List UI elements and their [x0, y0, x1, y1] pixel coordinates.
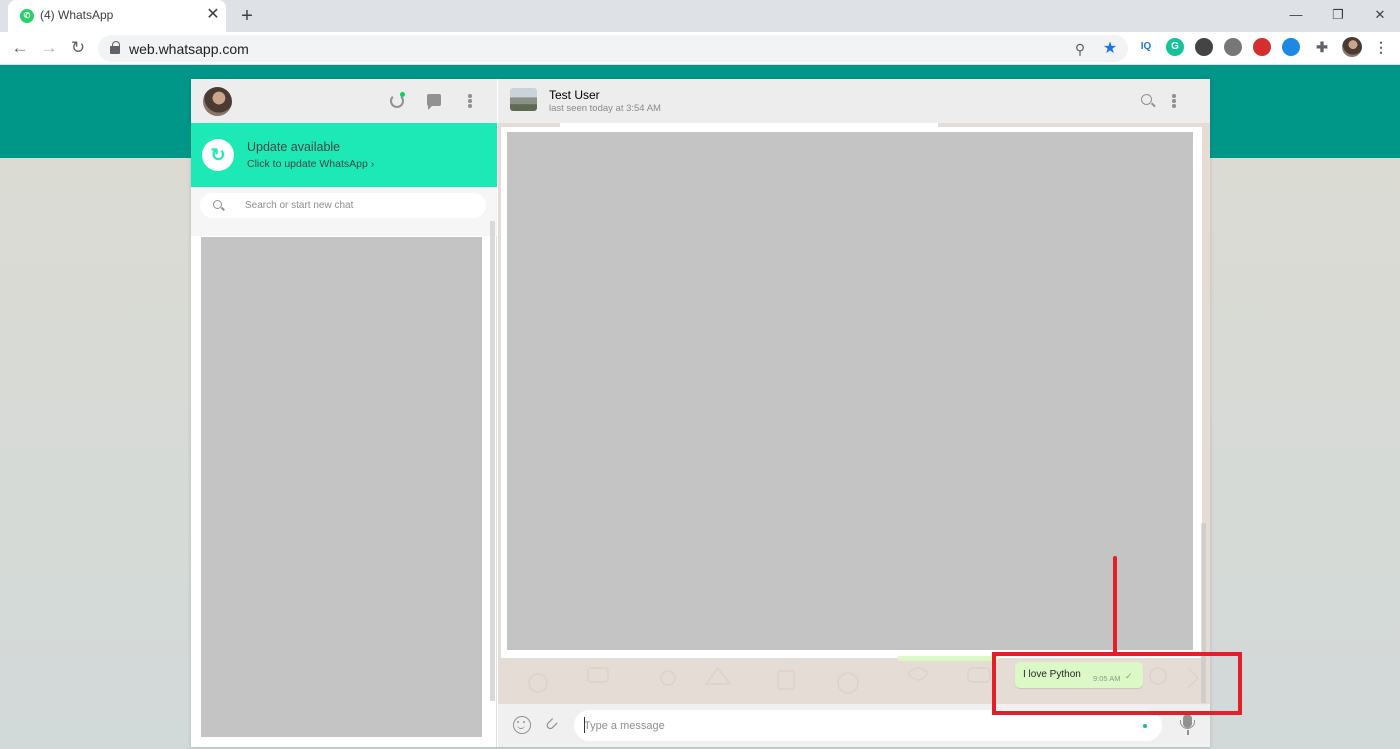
minimize-button[interactable]: — — [1282, 5, 1310, 25]
tab-close-icon[interactable]: ✕ — [204, 6, 222, 24]
circle-extension-icon[interactable] — [1195, 38, 1213, 56]
adblock-icon[interactable] — [1253, 38, 1271, 56]
browser-tab-whatsapp[interactable]: ✆ (4) WhatsApp ✕ — [8, 0, 226, 32]
bug-extension-icon[interactable] — [1282, 38, 1300, 56]
browser-menu-icon[interactable]: ⋮ — [1372, 38, 1390, 56]
annotation-arrow-line — [1113, 556, 1117, 656]
microphone-stem — [1187, 730, 1189, 735]
chat-list-redacted — [201, 237, 482, 737]
restore-button[interactable]: ❐ — [1324, 5, 1352, 25]
conversation-header[interactable]: Test User last seen today at 3:54 AM — [498, 79, 1210, 123]
annotation-highlight-box — [992, 652, 1242, 715]
window-close-button[interactable]: ✕ — [1366, 5, 1394, 25]
whatsapp-favicon-icon: ✆ — [20, 9, 34, 23]
lock-icon — [110, 41, 120, 55]
search-icon — [213, 200, 222, 209]
text-cursor — [584, 717, 585, 733]
redacted-image — [507, 132, 1193, 650]
browser-toolbar: ← → ↻ web.whatsapp.com ⚲ ★ IQ G ✚ ⋮ — [0, 32, 1400, 65]
extensions-puzzle-icon[interactable]: ✚ — [1313, 38, 1331, 56]
search-messages-icon[interactable] — [1141, 94, 1152, 105]
search-box[interactable] — [200, 193, 486, 218]
address-bar[interactable]: web.whatsapp.com ⚲ ★ — [98, 35, 1128, 62]
grammarly-icon[interactable]: G — [1166, 38, 1184, 56]
message-area: I love Python 9:05 AM ✓ — [498, 123, 1210, 704]
sidebar: ↻ Update available Click to update Whats… — [191, 79, 497, 747]
refresh-icon: ↻ — [202, 139, 234, 171]
search-bar — [191, 187, 497, 236]
paperclip-icon[interactable]: ⊂ — [538, 711, 566, 739]
tab-title: (4) WhatsApp — [40, 8, 114, 22]
update-banner[interactable]: ↻ Update available Click to update Whats… — [191, 123, 497, 187]
new-chat-icon[interactable] — [427, 94, 441, 110]
sidebar-header — [191, 79, 497, 123]
reload-button[interactable]: ↻ — [66, 36, 90, 60]
update-link[interactable]: Click to update WhatsApp › — [247, 158, 374, 170]
image-message-redacted[interactable] — [501, 127, 1202, 658]
contact-name: Test User — [549, 88, 600, 102]
microphone-icon[interactable] — [1180, 714, 1195, 729]
bookmark-star-icon[interactable]: ★ — [1100, 39, 1120, 59]
conversation-pane: Test User last seen today at 3:54 AM I l… — [498, 79, 1210, 747]
message-bubble-edge — [898, 656, 998, 661]
globe-extension-icon[interactable] — [1224, 38, 1242, 56]
user-avatar[interactable] — [203, 87, 232, 116]
menu-dots-icon[interactable] — [468, 94, 472, 108]
last-seen-status: last seen today at 3:54 AM — [549, 103, 661, 114]
back-button[interactable]: ← — [8, 36, 32, 60]
new-tab-button[interactable]: + — [236, 5, 258, 27]
forward-button[interactable]: → — [37, 36, 61, 60]
typing-indicator-dot — [1143, 724, 1147, 728]
update-title: Update available — [247, 140, 341, 154]
iq-extension-icon[interactable]: IQ — [1137, 38, 1155, 56]
zoom-icon[interactable]: ⚲ — [1070, 39, 1090, 59]
url-text: web.whatsapp.com — [129, 41, 249, 57]
status-unread-dot — [400, 92, 405, 97]
browser-tabstrip: ✆ (4) WhatsApp ✕ + — ❐ ✕ — [0, 0, 1400, 32]
chat-menu-dots-icon[interactable] — [1172, 94, 1176, 108]
whatsapp-app: ↻ Update available Click to update Whats… — [191, 79, 1210, 747]
chat-list-scrollbar[interactable] — [490, 221, 495, 701]
profile-avatar[interactable] — [1342, 37, 1362, 57]
search-input[interactable] — [245, 197, 465, 214]
contact-avatar[interactable] — [510, 88, 537, 111]
emoji-icon[interactable] — [513, 716, 531, 734]
